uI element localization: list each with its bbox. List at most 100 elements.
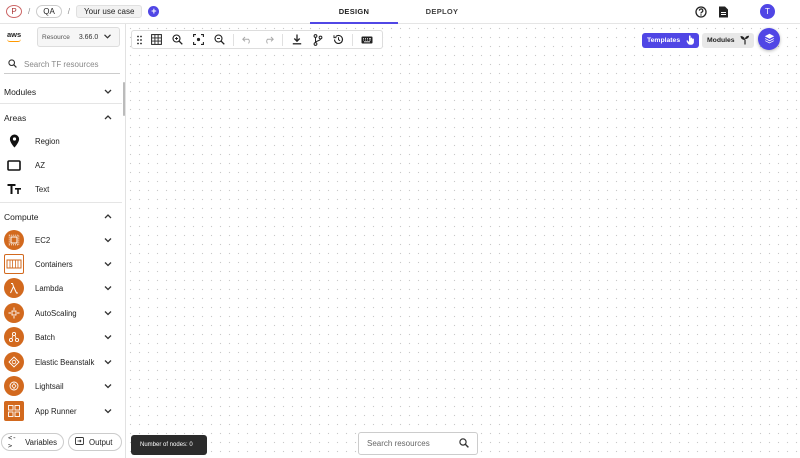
lambda-icon [4,278,24,298]
toolbar-divider [233,33,234,46]
fit-view-icon[interactable] [188,31,209,48]
drag-handle-icon[interactable] [132,31,146,48]
zoom-in-icon[interactable] [167,31,188,48]
tab-design[interactable]: DESIGN [310,0,398,24]
sidebar-item-ec2[interactable]: EC2 [0,229,122,251]
containers-icon [4,254,24,274]
layers-button[interactable] [758,28,780,50]
sidebar-item-elastic-beanstalk[interactable]: Elastic Beanstalk [0,351,122,373]
history-icon[interactable] [328,31,349,48]
user-avatar[interactable]: T [760,4,775,19]
canvas-search-input[interactable] [367,439,455,448]
templates-label: Templates [647,37,681,44]
lightsail-icon [4,376,24,396]
aws-logo-smile [7,39,21,42]
sidebar-item-lightsail[interactable]: Lightsail [0,375,122,397]
app-runner-icon-wrap [4,401,24,421]
redo-icon[interactable] [258,31,279,48]
chevron-up-icon [104,111,112,130]
resource-version-select[interactable]: Resource 3.66.0 [37,27,120,47]
templates-button[interactable]: Templates [642,33,699,48]
chevron-down-icon [104,234,112,248]
search-icon [8,59,17,70]
project-chip[interactable]: P [6,5,22,18]
help-icon[interactable] [694,5,708,19]
tf-search-input[interactable] [24,60,119,69]
chevron-down-icon [104,405,112,419]
zoom-out-icon[interactable] [209,31,230,48]
breadcrumb-separator: / [67,7,71,16]
sprout-icon [740,35,750,47]
hand-pointer-icon [686,35,695,47]
search-icon[interactable] [459,437,469,450]
chevron-up-icon [104,210,112,229]
section-modules[interactable]: Modules [0,84,122,100]
environment-chip[interactable]: QA [36,5,62,18]
keyboard-icon[interactable] [356,31,377,48]
sidebar-item-label: Elastic Beanstalk [35,357,95,367]
map-pin-icon [4,131,24,151]
chevron-down-icon [104,33,112,41]
sidebar-item-label: AutoScaling [35,308,77,318]
lambda-icon-wrap [4,278,24,298]
sidebar-item-label: Batch [35,332,55,342]
sidebar-item-label: App Runner [35,406,77,416]
breadcrumb-separator: / [28,7,31,16]
chevron-down-icon [104,307,112,321]
section-compute[interactable]: Compute [0,209,122,225]
top-right-actions: T [694,4,800,19]
app-runner-icon [4,401,24,421]
tab-deploy[interactable]: DEPLOY [398,0,486,24]
resource-version: 3.66.0 [78,33,99,41]
sidebar-item-text[interactable]: Text [0,178,122,200]
aws-logo: aws [7,30,22,39]
rectangle-icon [4,155,24,175]
ec2-icon-wrap [4,230,24,250]
divider [0,202,122,203]
output-button[interactable]: Output [68,433,122,451]
sidebar-item-containers[interactable]: Containers [0,253,122,275]
design-canvas[interactable] [126,24,800,458]
branch-icon[interactable] [307,31,328,48]
section-areas[interactable]: Areas [0,110,122,126]
section-label: Compute [4,212,39,222]
sidebar-item-autoscaling[interactable]: AutoScaling [0,302,122,324]
output-icon [75,437,84,447]
modules-label: Modules [707,37,735,44]
sidebar-item-label: Lightsail [35,381,64,391]
sidebar-item-label: AZ [35,160,45,170]
canvas-resource-search [358,432,478,455]
download-icon[interactable] [286,31,307,48]
sidebar-item-app-runner[interactable]: App Runner [0,400,122,422]
sidebar-item-az[interactable]: AZ [0,154,122,176]
text-icon [4,179,24,199]
grid-icon[interactable] [146,31,167,48]
layers-icon [764,33,775,46]
autoscaling-icon-wrap [4,303,24,323]
sidebar-item-region[interactable]: Region [0,130,122,152]
autoscaling-icon [4,303,24,323]
sidebar-item-label: Text [35,184,50,194]
toolbar-divider [352,33,353,46]
mode-tabs: DESIGN DEPLOY [310,0,486,24]
add-use-case-button[interactable]: + [148,6,160,17]
sidebar-scrollbar[interactable] [123,82,125,116]
sidebar-item-lambda[interactable]: Lambda [0,277,122,299]
elastic-beanstalk-icon-wrap [4,352,24,372]
sidebar-footer: <-> Variables Output [0,432,125,458]
modules-button[interactable]: Modules [702,33,754,48]
canvas-toolbar [131,30,383,49]
lightsail-icon-wrap [4,376,24,396]
use-case-chip[interactable]: Your use case [76,5,143,18]
undo-icon[interactable] [237,31,258,48]
sidebar-item-label: Region [35,136,60,146]
sidebar-item-batch[interactable]: Batch [0,326,122,348]
sidebar-item-label: Lambda [35,283,64,293]
chevron-down-icon [104,380,112,394]
variables-button[interactable]: <-> Variables [1,433,64,451]
document-icon[interactable] [716,5,730,19]
tf-resource-search [4,56,120,74]
resource-label: Resource [42,33,70,41]
chevron-down-icon [104,258,112,272]
breadcrumb: P / QA / Your use case + [6,5,160,18]
